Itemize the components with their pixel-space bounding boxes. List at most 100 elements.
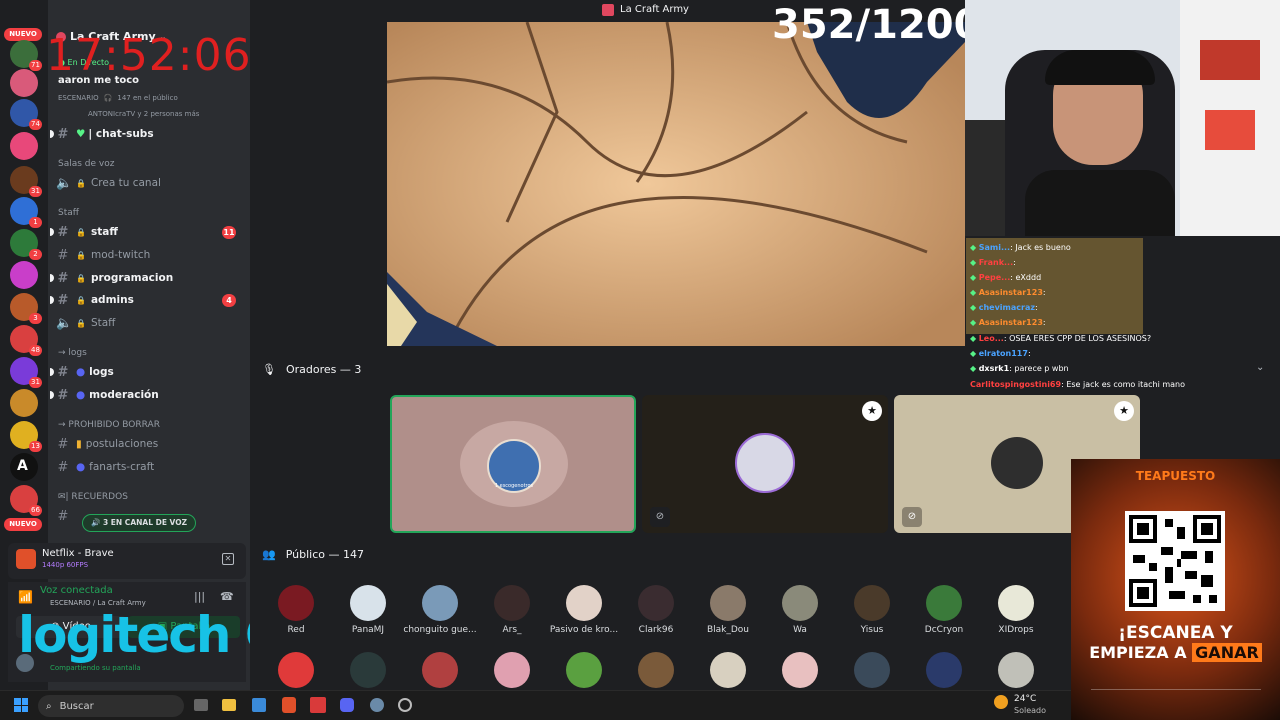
channel-moderacion[interactable]: # ● moderación [50,385,244,405]
server-icon[interactable]: 31 [10,357,42,388]
avatar [998,652,1034,688]
windows-icon[interactable] [14,698,28,712]
discord-icon[interactable] [340,698,354,712]
logitech-logo: logitech G [18,606,286,664]
audience-member[interactable] [258,652,334,688]
audience-member[interactable]: Wa [762,585,838,635]
stream-clock: 17:52:06 [46,30,252,81]
server-icon[interactable]: 66 [10,485,42,516]
channel-admins[interactable]: # 🔒 admins 4 [50,290,244,310]
stop-share-icon[interactable]: ✕ [222,553,234,565]
server-icon[interactable]: 31 [10,166,42,197]
server-icon[interactable] [10,261,38,289]
audience-member[interactable] [546,652,622,688]
category-voice-rooms[interactable]: Salas de voz [58,159,114,169]
server-icon[interactable]: 71 [10,40,42,71]
audience-member[interactable]: Blak_Dou [690,585,766,635]
audience-member[interactable] [906,652,982,688]
server-icon[interactable] [10,389,38,417]
task-view-icon[interactable] [194,699,208,711]
audience-member[interactable] [402,652,478,688]
category-staff[interactable]: Staff [58,208,79,218]
channel-staff-voice[interactable]: 🔈 🔒 Staff [56,313,244,333]
window-title: La Craft Army [620,4,689,15]
signal-icon: 📶 [18,590,33,604]
avatar [854,585,890,621]
settings-icon[interactable] [370,698,384,712]
stage-info: ESCENARIO 🎧 147 en el público [58,94,178,102]
store-icon[interactable] [252,698,266,712]
audience-member[interactable] [474,652,550,688]
channel-chat-subs[interactable]: # ♥ | chat-subs [50,124,244,144]
chat-line: ◆ elraton117: [970,349,1031,358]
avatar [350,585,386,621]
server-icon[interactable]: 3 [10,293,42,324]
speaker-tile[interactable]: ★ ⊘ [642,395,888,533]
discord-avatar-icon [278,652,314,688]
audience-member[interactable]: Pasivo de kro... [546,585,622,635]
avatar [782,585,818,621]
channel-postulaciones[interactable]: # ▮ postulaciones [56,434,244,454]
webcam-feed [965,0,1280,236]
brave-icon[interactable] [282,697,296,713]
audience-member[interactable] [834,652,910,688]
category-prohibido-borrar[interactable]: → PROHIBIDO BORRAR [58,420,160,430]
audience-member[interactable]: PanaMJ [330,585,406,635]
obs-icon[interactable] [398,698,412,712]
chat-line: ◆ Sami...: Jack es bueno [970,243,1071,252]
audience-member[interactable] [690,652,766,688]
audience-member[interactable]: chonguito gue... [402,585,478,635]
search-box[interactable]: ⌕ Buscar [38,695,184,717]
server-icon[interactable]: 13 [10,421,42,452]
channel-mod-twitch[interactable]: # 🔒 mod-twitch [56,245,244,265]
audience-member[interactable]: Red [258,585,334,635]
qr-code[interactable] [1125,511,1225,611]
audience-member[interactable] [330,652,406,688]
chat-line: ◆ dxsrk1: parece p wbn [970,364,1069,373]
server-icon[interactable]: 48 [10,325,42,356]
avatar [710,585,746,621]
server-icon[interactable] [10,69,38,97]
channel-fanarts-craft[interactable]: # ● fanarts-craft [56,457,244,477]
avatar [998,585,1034,621]
server-icon[interactable]: 1 [10,197,42,228]
audience-member[interactable] [762,652,838,688]
channel-staff[interactable]: # 🔒 staff 11 [50,222,244,242]
audience-member[interactable]: Yisus [834,585,910,635]
heart-icon: ♥ [76,128,86,140]
server-icon[interactable] [10,132,38,160]
activity-panel[interactable]: Netflix - Brave 1440p 60FPS ✕ [8,543,246,579]
noise-icon[interactable]: ||| [194,590,205,603]
scroll-icon: ▮ [76,438,82,450]
disconnect-icon[interactable]: ☎ [220,590,234,603]
server-icon[interactable]: 74 [10,99,42,130]
category-logs[interactable]: → logs [58,348,87,358]
speaker-tile[interactable]: 1 escogenotros [390,395,636,533]
audience-member[interactable]: Ars_ [474,585,550,635]
channel-logs[interactable]: # ● logs [50,362,244,382]
activity-title: Netflix - Brave [42,548,114,559]
speaker-icon: 🔊 [91,518,101,527]
chat-line: ◆ chevimacraz: [970,303,1038,312]
chat-line: ◆ Asasinstar123: [970,288,1046,297]
server-icon[interactable]: A [10,453,38,481]
speaker-icon: 🔈 [56,175,73,191]
channel-crea-tu-canal[interactable]: 🔈 🔒 Crea tu canal [56,173,244,193]
app-icon[interactable] [310,697,326,713]
channel-programacion[interactable]: # 🔒 programacion [50,268,244,288]
audience-member[interactable] [978,652,1054,688]
avatar [422,585,458,621]
audience-member[interactable]: Clark96 [618,585,694,635]
speakers-header: 🎙 Oradores — 3 [262,363,362,376]
new-badge: NUEVO [4,518,42,531]
avatar [422,652,458,688]
file-explorer-icon[interactable] [222,699,236,711]
audience-member[interactable] [618,652,694,688]
audience-member[interactable]: XIDrops [978,585,1054,635]
audience-member[interactable]: DcCryon [906,585,982,635]
server-icon[interactable]: 2 [10,229,42,260]
chevron-down-icon[interactable]: ⌄ [1256,362,1264,373]
voice-count-pill[interactable]: 🔊 3 EN CANAL DE VOZ [82,514,197,532]
screen-share-video[interactable] [387,22,965,346]
category-recuerdos[interactable]: ✉| RECUERDOS [58,492,128,502]
